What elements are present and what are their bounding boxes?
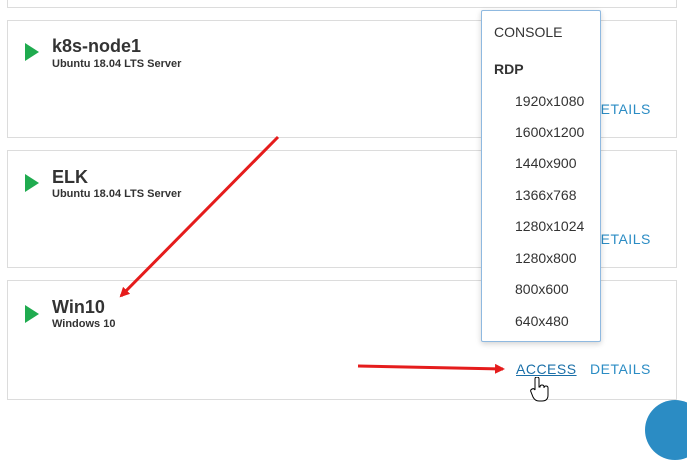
vm-os: Ubuntu 18.04 LTS Server <box>52 58 182 70</box>
play-icon[interactable] <box>25 174 39 192</box>
hand-pointer-icon <box>530 377 549 402</box>
console-option[interactable]: CONSOLE <box>494 24 562 40</box>
play-icon[interactable] <box>25 43 39 61</box>
rdp-heading: RDP <box>494 61 524 77</box>
play-icon[interactable] <box>25 305 39 323</box>
vm-name: Win10 <box>52 297 105 317</box>
rdp-resolution-option[interactable]: 1440x900 <box>515 155 577 171</box>
vm-os: Windows 10 <box>52 318 116 330</box>
rdp-resolution-option[interactable]: 1280x800 <box>515 250 577 266</box>
rdp-resolution-option[interactable]: 1280x1024 <box>515 218 584 234</box>
rdp-resolution-option[interactable]: 640x480 <box>515 313 569 329</box>
rdp-resolution-option[interactable]: 1600x1200 <box>515 124 584 140</box>
vm-name: ELK <box>52 167 88 187</box>
vm-os: Ubuntu 18.04 LTS Server <box>52 188 182 200</box>
floating-action-button[interactable] <box>645 400 687 460</box>
rdp-resolution-option[interactable]: 1920x1080 <box>515 93 584 109</box>
access-link[interactable]: ACCESS <box>516 361 577 377</box>
vm-name: k8s-node1 <box>52 36 142 56</box>
vm-card-previous <box>7 0 677 8</box>
rdp-resolution-option[interactable]: 1366x768 <box>515 187 577 203</box>
access-dropdown-menu: CONSOLE RDP 1920x1080 1600x1200 1440x900… <box>481 10 601 342</box>
details-link[interactable]: DETAILS <box>590 361 651 377</box>
rdp-resolution-option[interactable]: 800x600 <box>515 281 569 297</box>
